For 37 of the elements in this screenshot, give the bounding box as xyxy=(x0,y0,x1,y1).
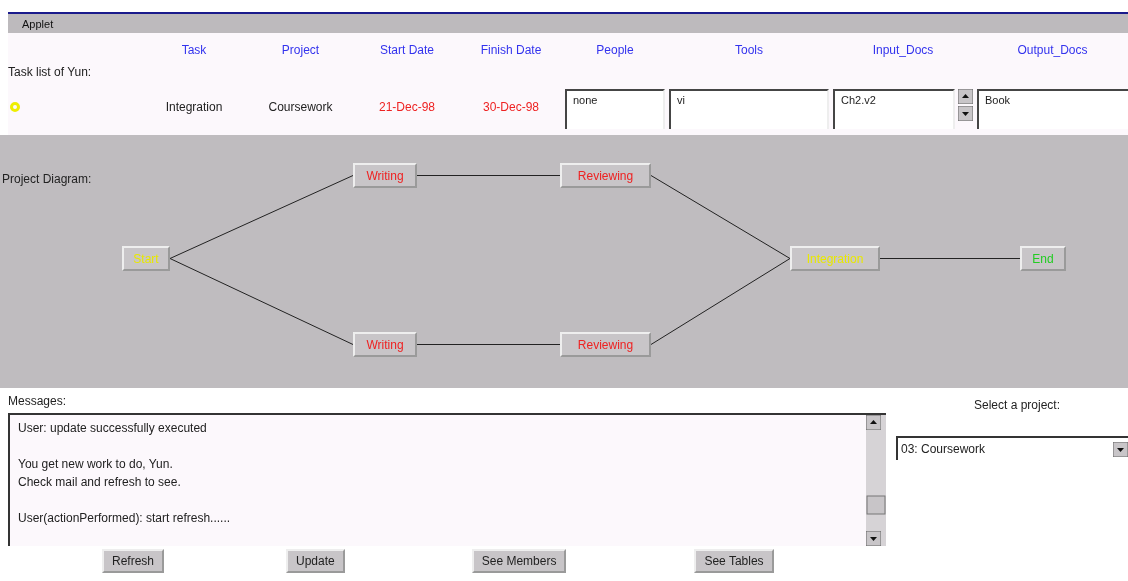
message-text: You get new work to do, Yun. Check mail and refresh to see. xyxy=(18,456,182,491)
diagram-label: Project Diagram: xyxy=(2,172,92,186)
task-cell-text: Integration xyxy=(164,100,224,114)
message-text: User: update successfully executed xyxy=(18,420,208,437)
output-docs-field[interactable]: Book xyxy=(977,89,1128,129)
scroll-thumb[interactable] xyxy=(866,495,886,515)
action-button[interactable]: See Members xyxy=(471,549,567,573)
down-arrow-icon[interactable] xyxy=(866,531,881,546)
column-header: Tools xyxy=(734,42,764,59)
scrollbar[interactable] xyxy=(866,415,886,546)
column-header: Output_Docs xyxy=(1016,42,1089,59)
dropdown-arrow-icon[interactable] xyxy=(1113,441,1128,457)
action-button[interactable]: See Tables xyxy=(694,549,774,573)
project-cell-text: Coursework xyxy=(267,100,334,114)
task-list-label: Task list of Yun: xyxy=(8,65,92,79)
messages-label: Messages: xyxy=(8,393,67,408)
column-header: Task xyxy=(180,42,208,59)
column-header: Project xyxy=(280,42,321,59)
select-label: Select a project: xyxy=(973,398,1060,412)
input-docs-field[interactable]: Ch2.v2 xyxy=(833,89,955,129)
column-header: Input_Docs xyxy=(871,42,935,59)
project-dropdown[interactable]: 03: Coursework xyxy=(896,436,1128,460)
up-arrow-icon[interactable] xyxy=(958,89,973,104)
action-button[interactable]: Update xyxy=(286,549,345,573)
column-header: Start Date xyxy=(379,42,435,59)
column-header: People xyxy=(595,42,635,59)
up-arrow-icon[interactable] xyxy=(866,415,881,430)
message-text: User(actionPerformed): start refresh...... xyxy=(18,510,232,527)
column-header: Finish Date xyxy=(479,42,543,59)
date-cell-text: 30-Dec-98 xyxy=(482,100,540,114)
tools-field[interactable]: vi xyxy=(669,89,829,129)
window-title: Applet xyxy=(22,17,54,30)
messages-area[interactable]: User: update successfully executed You get new work to do, Yun. Check mail and refresh to see. User(actionPerformed): start refresh...... xyxy=(8,413,886,546)
date-cell-text: 21-Dec-98 xyxy=(378,100,436,114)
people-field[interactable]: none xyxy=(565,89,665,129)
action-button[interactable]: Refresh xyxy=(102,549,165,573)
down-arrow-icon[interactable] xyxy=(958,106,973,121)
